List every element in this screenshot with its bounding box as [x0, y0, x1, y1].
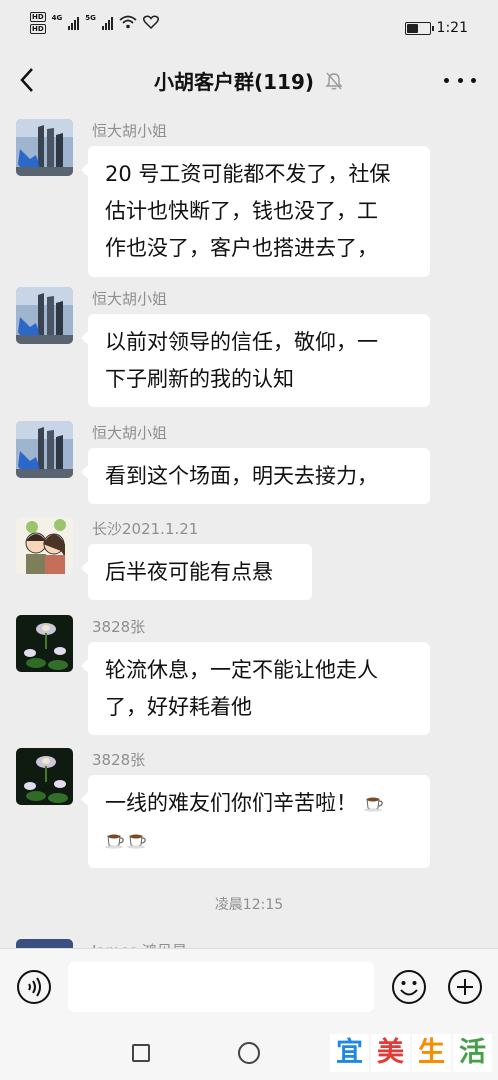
avatar[interactable]	[16, 615, 73, 672]
battery-icon	[404, 21, 434, 35]
message-line: 作也没了，客户也搭进去了，	[105, 236, 378, 260]
home-circle-icon[interactable]	[238, 1042, 260, 1064]
message-text: 一线的难友们你们辛苦啦！	[105, 791, 357, 815]
plus-icon	[448, 970, 482, 1004]
wifi-icon	[119, 15, 137, 29]
message-line: 轮流休息，一定不能让他走人	[105, 658, 378, 682]
message-line: 以前对领导的信任，敬仰，一	[105, 330, 378, 354]
sender-name: 恒大胡小姐	[92, 424, 168, 442]
chat-title: 小胡客户群(119)	[153, 70, 315, 94]
message-line: 一线的难友们你们辛苦啦！	[105, 785, 412, 822]
watermark-char: 宜	[330, 1034, 369, 1072]
emoji-button[interactable]	[391, 969, 427, 1005]
message-item: 恒大胡小姐 20 号工资可能都不发了，社保 估计也快断了，钱也没了，工 作也没了…	[0, 118, 498, 278]
hd-badge: HD	[30, 12, 46, 22]
message-item: 3828张 轮流休息，一定不能让他走人 了，好好耗着他	[0, 614, 498, 735]
emoji-face-icon	[392, 970, 426, 1004]
message-item: James 鸿贝星	[0, 938, 498, 948]
message-line: 20 号工资可能都不发了，社保	[105, 162, 391, 186]
message-line: 了，好好耗着他	[105, 695, 252, 719]
message-line: 看到这个场面，明天去接力，	[105, 464, 378, 488]
avatar[interactable]	[16, 517, 73, 574]
sender-name: James 鸿贝星	[92, 940, 187, 948]
watermark-char: 美	[371, 1034, 410, 1072]
message-item: 恒大胡小姐 看到这个场面，明天去接力，	[0, 420, 498, 504]
status-right: 1:21	[404, 20, 468, 36]
message-item: 长沙2021.1.21 后半夜可能有点悬	[0, 516, 498, 600]
avatar[interactable]	[16, 939, 73, 948]
status-bar: HD HD 4G 5G 1:21	[0, 0, 498, 52]
more-dots-icon	[444, 77, 449, 83]
message-input[interactable]	[68, 962, 374, 1012]
sender-name: 恒大胡小姐	[92, 290, 168, 308]
sender-name: 长沙2021.1.21	[92, 520, 199, 538]
clock-time: 1:21	[436, 20, 468, 36]
chat-header: 小胡客户群(119)	[0, 52, 498, 110]
message-bubble[interactable]: 20 号工资可能都不发了，社保 估计也快断了，钱也没了，工 作也没了，客户也搭进…	[81, 146, 430, 277]
coffee-cup-emoji	[105, 834, 124, 849]
hd-badges: HD HD	[30, 12, 46, 34]
more-functions-button[interactable]	[447, 969, 483, 1005]
avatar[interactable]	[16, 119, 73, 176]
message-bubble[interactable]: 后半夜可能有点悬	[81, 544, 312, 600]
mute-bell-icon	[325, 72, 343, 90]
message-item: 3828张 一线的难友们你们辛苦啦！	[0, 747, 498, 869]
system-navigation-bar: 宜 美 生 活	[0, 1030, 498, 1080]
input-bar	[0, 948, 498, 1031]
sender-name: 3828张	[92, 618, 146, 636]
avatar[interactable]	[16, 421, 73, 478]
message-line: 后半夜可能有点悬	[105, 560, 273, 584]
signal-bars-icon	[101, 16, 113, 30]
message-line: 下子刷新的我的认知	[105, 367, 294, 391]
signal-bars-icon	[68, 16, 80, 30]
signal-indicators: HD HD 4G 5G	[30, 12, 159, 34]
avatar[interactable]	[16, 287, 73, 344]
health-heart-icon	[142, 15, 159, 29]
voice-icon	[17, 970, 51, 1004]
watermark-logo: 宜 美 生 活	[330, 1034, 492, 1072]
message-line	[105, 822, 412, 859]
more-options-button[interactable]	[444, 70, 476, 90]
message-line: 估计也快断了，钱也没了，工	[105, 199, 378, 223]
sender-name: 3828张	[92, 751, 146, 769]
coffee-cup-emoji	[127, 834, 146, 849]
hd-badge: HD	[30, 24, 46, 34]
network-4g-label: 4G	[51, 14, 63, 22]
chat-title-group: 小胡客户群(119)	[0, 66, 498, 95]
voice-button[interactable]	[16, 969, 52, 1005]
message-bubble[interactable]: 一线的难友们你们辛苦啦！	[81, 775, 430, 868]
watermark-char: 生	[412, 1034, 451, 1072]
message-item: 恒大胡小姐 以前对领导的信任，敬仰，一 下子刷新的我的认知	[0, 286, 498, 407]
time-divider: 凌晨12:15	[214, 897, 284, 913]
sender-name: 恒大胡小姐	[92, 122, 168, 140]
avatar[interactable]	[16, 748, 73, 805]
coffee-cup-emoji	[363, 797, 383, 812]
watermark-char: 活	[453, 1034, 492, 1072]
message-bubble[interactable]: 以前对领导的信任，敬仰，一 下子刷新的我的认知	[81, 314, 430, 407]
message-bubble[interactable]: 轮流休息，一定不能让他走人 了，好好耗着他	[81, 642, 430, 735]
message-list[interactable]: 恒大胡小姐 20 号工资可能都不发了，社保 估计也快断了，钱也没了，工 作也没了…	[0, 110, 498, 948]
recent-apps-square-icon[interactable]	[132, 1044, 150, 1062]
network-5g-label: 5G	[85, 14, 96, 22]
message-bubble[interactable]: 看到这个场面，明天去接力，	[81, 448, 430, 504]
